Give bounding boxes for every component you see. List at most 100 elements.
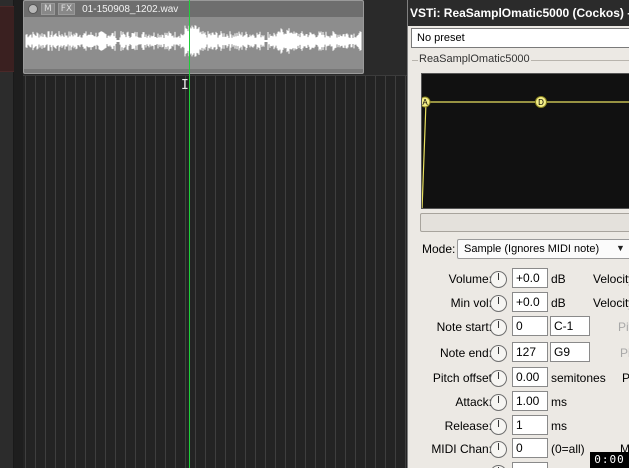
track-record-indicator [0, 6, 14, 72]
vst-window-title[interactable]: VSTi: ReaSamplOmatic5000 (Cockos) - Tr [408, 0, 629, 26]
grid-line [305, 76, 306, 468]
time-readout: 0:00 [590, 452, 629, 468]
param-unit: ms [551, 419, 567, 433]
grid-line [145, 76, 146, 468]
grid-line [315, 76, 316, 468]
min-vol-knob-icon[interactable] [490, 295, 507, 312]
grid-line [115, 76, 116, 468]
grid-line [335, 76, 336, 468]
volume-knob-icon[interactable] [490, 271, 507, 288]
chevron-down-icon[interactable]: ▼ [616, 241, 625, 255]
arrange-view[interactable]: M FX 01-150908_1202.wav I [23, 0, 407, 468]
note-end-knob-icon[interactable] [490, 345, 507, 362]
reaper-window: M FX 01-150908_1202.wav I VSTi: ReaSampl… [0, 0, 629, 468]
note-end-name-field[interactable]: G9 [550, 342, 590, 362]
grid-line [185, 76, 186, 468]
param-row-release: Release: 1 ms [408, 415, 629, 437]
mode-label: Mode: [422, 242, 456, 256]
grid-line [165, 76, 166, 468]
grid-line [295, 76, 296, 468]
grid-line [235, 76, 236, 468]
pitch-label: Pit [618, 320, 629, 334]
track-lane[interactable]: M FX 01-150908_1202.wav [23, 0, 407, 76]
min-vol-field[interactable]: +0.0 [512, 292, 548, 312]
envelope-graph[interactable]: A D [422, 74, 629, 209]
group-label: ReaSamplOmatic5000 [418, 53, 531, 65]
release-knob-icon[interactable] [490, 418, 507, 435]
track-header-strip[interactable] [0, 0, 14, 468]
mode-select[interactable]: Sample (Ignores MIDI note) [457, 239, 629, 259]
vst-window: VSTi: ReaSamplOmatic5000 (Cockos) - Tr N… [407, 0, 629, 468]
waveform-area[interactable] [24, 17, 363, 69]
mode-select-value: Sample (Ignores MIDI note) [464, 243, 600, 255]
grid-line [405, 76, 406, 468]
grid-line [25, 76, 26, 468]
grid-line [365, 76, 366, 468]
grid-line [285, 76, 286, 468]
partial-field[interactable] [512, 462, 548, 468]
param-label: Attack: [455, 395, 492, 409]
attack-knob-icon[interactable] [490, 394, 507, 411]
velocity-label: Velocity [593, 272, 629, 286]
grid-line [325, 76, 326, 468]
mode-row: Mode: Sample (Ignores MIDI note) ▼ [408, 238, 629, 260]
param-unit: (0=all) [551, 442, 585, 456]
preset-dropdown[interactable]: No preset [411, 28, 629, 48]
param-row-pitch-offset: Pitch offset 0.00 semitones Pi [408, 367, 629, 389]
waveform [25, 25, 362, 57]
media-item[interactable]: M FX 01-150908_1202.wav [23, 0, 364, 74]
grid-line [215, 76, 216, 468]
ibeam-cursor-icon: I [181, 78, 189, 93]
param-unit: semitones [551, 371, 606, 385]
grid-line [375, 76, 376, 468]
grid-line [205, 76, 206, 468]
envelope-display[interactable]: A D [421, 73, 629, 209]
midi-chan-knob-icon[interactable] [490, 441, 507, 458]
param-label: Min vol: [450, 296, 492, 310]
note-start-knob-icon[interactable] [490, 319, 507, 336]
grid-line [225, 76, 226, 468]
item-lock-icon[interactable] [28, 4, 38, 14]
grid-line [395, 76, 396, 468]
note-end-field[interactable]: 127 [512, 342, 548, 362]
volume-field[interactable]: +0.0 [512, 268, 548, 288]
grid-line [135, 76, 136, 468]
param-row-attack: Attack: 1.00 ms [408, 391, 629, 413]
envelope-scrollbar[interactable] [420, 213, 629, 232]
item-mute-tag[interactable]: M [41, 3, 55, 15]
midi-chan-field[interactable]: 0 [512, 438, 548, 458]
envelope-line [422, 101, 629, 208]
grid-line [355, 76, 356, 468]
attack-field[interactable]: 1.00 [512, 391, 548, 411]
pitch-offset-knob-icon[interactable] [490, 370, 507, 387]
param-unit: dB [551, 296, 566, 310]
item-fx-tag[interactable]: FX [57, 3, 76, 15]
timeline-grid[interactable] [23, 76, 407, 468]
grid-line [85, 76, 86, 468]
grid-line [245, 76, 246, 468]
grid-line [65, 76, 66, 468]
pitch-label: Pi [620, 346, 629, 360]
grid-line [75, 76, 76, 468]
grid-line [45, 76, 46, 468]
grid-line [125, 76, 126, 468]
grid-line [255, 76, 256, 468]
grid-line [95, 76, 96, 468]
param-label: Release: [444, 419, 492, 433]
grid-line [345, 76, 346, 468]
pitch-label: Pi [622, 371, 629, 385]
grid-line [55, 76, 56, 468]
envelope-point-d-label: D [538, 98, 544, 107]
pitch-offset-field[interactable]: 0.00 [512, 367, 548, 387]
grid-line [155, 76, 156, 468]
param-unit: ms [551, 395, 567, 409]
param-label: Pitch offset [432, 371, 492, 385]
media-item-header[interactable]: M FX 01-150908_1202.wav [24, 1, 363, 17]
media-item-filename: 01-150908_1202.wav [82, 3, 179, 15]
track-gutter [14, 0, 23, 468]
grid-line [195, 76, 196, 468]
release-field[interactable]: 1 [512, 415, 548, 435]
grid-line [265, 76, 266, 468]
note-start-name-field[interactable]: C-1 [550, 316, 590, 336]
note-start-field[interactable]: 0 [512, 316, 548, 336]
